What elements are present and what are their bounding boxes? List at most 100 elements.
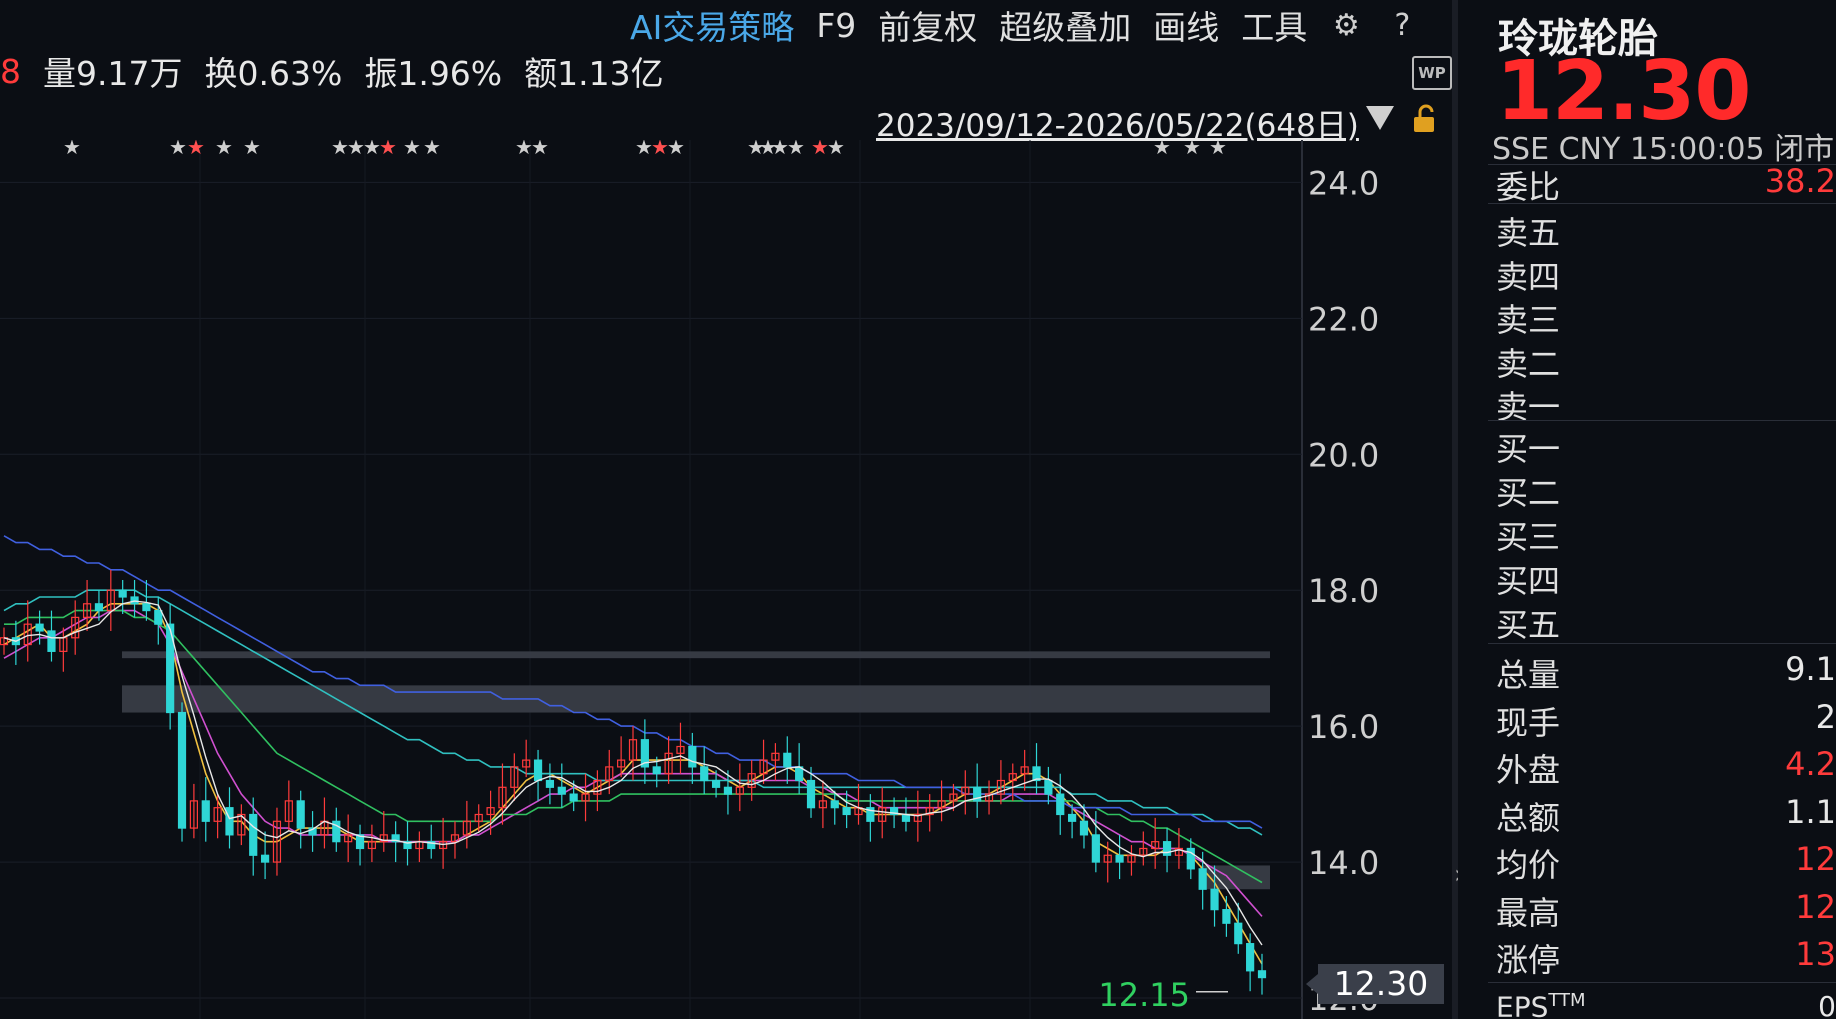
candle-body xyxy=(1257,970,1267,979)
candle-body xyxy=(533,759,543,782)
candle-body xyxy=(1246,943,1255,972)
event-star-icon: ★ xyxy=(531,140,549,159)
resistance-band xyxy=(122,685,1270,713)
wp-icon[interactable]: WP xyxy=(1412,56,1452,90)
candle-body xyxy=(806,779,816,809)
ask-level-5: 卖五 xyxy=(1496,208,1836,254)
stat-label: 总额 xyxy=(1496,798,1561,837)
stat-value: 9.1 xyxy=(1785,650,1836,688)
stat-row: 外盘 4.2 xyxy=(1496,745,1836,791)
eps-value: 0 xyxy=(1818,990,1836,1019)
stat-label: 均价 xyxy=(1496,846,1561,884)
candle-body xyxy=(1044,779,1053,795)
candle-body xyxy=(783,752,792,768)
event-star-icon: ★ xyxy=(187,140,205,159)
event-star-icon: ★ xyxy=(787,140,805,159)
stat-label: 总量 xyxy=(1496,656,1561,694)
ask-level-3: 卖三 xyxy=(1496,295,1836,341)
candle-body xyxy=(557,786,566,795)
bid-level-5: 买五 xyxy=(1496,600,1836,646)
candle-body xyxy=(700,766,709,782)
resistance-band xyxy=(122,651,1270,659)
bid-label: 买三 xyxy=(1496,518,1561,556)
ask-level-1: 卖一 xyxy=(1496,382,1836,428)
stat-row: 总额 1.1 xyxy=(1496,793,1836,839)
bid-level-3: 买三 xyxy=(1496,512,1836,558)
stat-value: 4.2 xyxy=(1785,745,1836,783)
stat-value: 2 xyxy=(1815,697,1836,736)
candle-body xyxy=(1115,854,1124,863)
candle-body xyxy=(260,854,270,863)
help-icon[interactable]: ? xyxy=(1385,8,1419,43)
event-star-icon: ★ xyxy=(243,140,261,159)
candle-body xyxy=(1222,909,1231,924)
amplitude-value: 振1.96% xyxy=(364,54,503,93)
low-price-label: 12.15 xyxy=(1098,976,1190,1014)
y-tick-label: 22.0 xyxy=(1308,300,1379,338)
event-star-icon: ★ xyxy=(215,140,233,159)
weibi-label: 委比 xyxy=(1496,168,1561,206)
candle-body xyxy=(47,630,56,652)
bid-label: 买一 xyxy=(1496,430,1561,468)
adjust-button[interactable]: 前复权 xyxy=(878,1,977,49)
event-star-icon: ★ xyxy=(63,140,81,159)
candle-body xyxy=(688,745,697,768)
lock-icon[interactable] xyxy=(1410,104,1440,134)
overlay-button[interactable]: 超级叠加 xyxy=(999,1,1131,49)
candle-body xyxy=(901,813,911,822)
candle-body xyxy=(711,779,721,788)
event-star-icon: ★ xyxy=(169,140,187,159)
ask-label: 卖二 xyxy=(1496,344,1561,383)
amount-value: 额1.13亿 xyxy=(524,54,664,93)
candle-body xyxy=(1162,841,1172,856)
separator xyxy=(1488,203,1836,204)
bid-label: 买五 xyxy=(1496,606,1561,644)
candle-body xyxy=(1234,922,1243,945)
candle-body xyxy=(723,786,733,795)
stat-label: 现手 xyxy=(1496,703,1561,742)
date-range[interactable]: 2023/09/12-2026/05/22(648日) xyxy=(876,100,1359,145)
candle-body xyxy=(296,800,305,829)
ai-strategy-button[interactable]: AI交易策略 xyxy=(630,1,794,49)
candle-body xyxy=(94,603,104,612)
y-tick-label: 16.0 xyxy=(1308,708,1379,746)
candle-body xyxy=(569,793,578,802)
event-star-icon: ★ xyxy=(423,140,441,159)
price-chart[interactable]: 24.022.020.018.016.014.012.0★★★★★★★★★★★★… xyxy=(0,140,1452,1019)
y-tick-label: 18.0 xyxy=(1308,572,1379,610)
tools-button[interactable]: 工具 xyxy=(1241,1,1307,49)
ask-level-2: 卖二 xyxy=(1496,339,1836,385)
ask-label: 卖四 xyxy=(1496,257,1561,296)
event-star-icon: ★ xyxy=(379,140,397,159)
bid-level-1: 买一 xyxy=(1496,424,1836,470)
last-price-tag: 12.30 xyxy=(1306,964,1444,1004)
event-star-icon: ★ xyxy=(827,140,845,159)
f9-button[interactable]: F9 xyxy=(816,6,856,45)
weibi-value: 38.2 xyxy=(1764,162,1836,200)
event-star-icon: ★ xyxy=(1183,140,1201,159)
candle-body xyxy=(118,589,127,598)
candle-body xyxy=(1056,793,1065,816)
eps-row: EPSTTM 0 xyxy=(1496,990,1836,1019)
info-row: 8 量9.17万 换0.63% 振1.96% 额1.13亿 xyxy=(0,50,664,94)
stat-value: 1.1 xyxy=(1785,792,1836,831)
quote-panel: 玲珑轮胎 12.30 SSE CNY 15:00:05 闭市 委比 38.2 卖… xyxy=(1458,0,1836,1019)
ma-line-ma250 xyxy=(3,535,1263,829)
candle-body xyxy=(1210,888,1219,911)
eps-label: EPS xyxy=(1496,990,1549,1019)
bid-label: 买四 xyxy=(1496,562,1561,600)
gear-icon[interactable]: ⚙ xyxy=(1329,8,1363,43)
candle-body xyxy=(225,807,234,836)
bid-label: 买二 xyxy=(1496,474,1561,512)
bid-level-4: 买四 xyxy=(1496,556,1836,602)
draw-button[interactable]: 画线 xyxy=(1153,1,1219,49)
bid-level-2: 买二 xyxy=(1496,468,1836,514)
volume-value: 量9.17万 xyxy=(43,54,183,93)
event-star-icon: ★ xyxy=(1153,140,1171,159)
stat-row: 总量 9.1 xyxy=(1496,650,1836,696)
y-tick-label: 14.0 xyxy=(1308,844,1379,882)
candle-body xyxy=(177,711,187,829)
weibi-row: 委比 38.2 xyxy=(1496,162,1836,208)
stat-value: 12 xyxy=(1795,887,1836,926)
range-dropdown-icon[interactable] xyxy=(1366,106,1394,130)
